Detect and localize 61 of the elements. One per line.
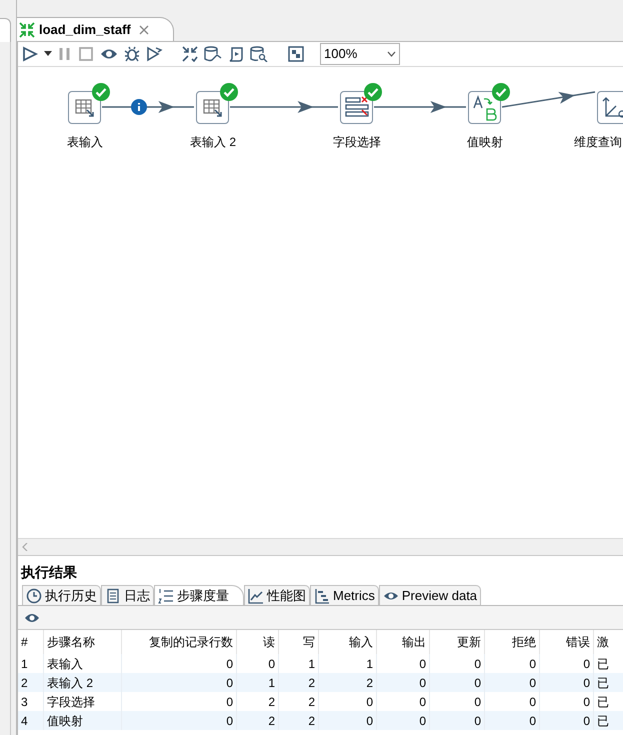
- editor-tab[interactable]: load_dim_staff: [17, 17, 174, 41]
- verify-icon[interactable]: [182, 46, 198, 62]
- table-input-icon: [202, 96, 224, 118]
- a-to-b-icon: [472, 94, 498, 120]
- horizontal-scrollbar[interactable]: [18, 538, 623, 555]
- results-tab[interactable]: 性能图: [244, 585, 310, 605]
- table-cell: 0: [377, 711, 430, 730]
- step-label: 表输入: [67, 134, 103, 151]
- collapse-arrows-icon: [19, 22, 35, 38]
- chevron-down-icon: [387, 51, 396, 57]
- table-cell: 值映射: [44, 711, 122, 730]
- step-label: 维度查询: [574, 134, 622, 151]
- dropdown-caret-icon[interactable]: [44, 51, 52, 57]
- hop-arrow[interactable]: [102, 101, 194, 113]
- zoom-dropdown[interactable]: 100%: [320, 43, 400, 65]
- step-node[interactable]: [340, 91, 373, 124]
- grid-toggle-icon[interactable]: [288, 46, 304, 62]
- table-cell: 0: [319, 711, 377, 730]
- document-icon: [105, 588, 121, 604]
- table-cell: 0: [485, 711, 540, 730]
- step-node[interactable]: [468, 91, 501, 124]
- hop-arrow[interactable]: [374, 101, 466, 113]
- results-tab[interactable]: 步骤度量: [154, 585, 244, 605]
- eye-icon[interactable]: [100, 47, 118, 61]
- run-icon[interactable]: [22, 46, 38, 62]
- clock-icon: [26, 588, 42, 604]
- step-node[interactable]: [597, 91, 623, 124]
- step-label: 表输入 2: [190, 134, 236, 151]
- database-search-icon[interactable]: [250, 46, 268, 62]
- bug-icon[interactable]: [124, 46, 140, 62]
- hop-arrow[interactable]: [230, 101, 338, 113]
- step-label: 字段选择: [333, 134, 381, 151]
- axis-chart-icon: [602, 96, 623, 120]
- replay-icon[interactable]: [146, 46, 164, 62]
- table-cell: 2: [237, 711, 279, 730]
- results-tab[interactable]: 执行历史: [22, 585, 101, 605]
- table-cell: 0: [430, 711, 485, 730]
- hop-arrow[interactable]: [502, 91, 596, 108]
- numbered-list-icon: [158, 588, 174, 604]
- results-tab[interactable]: Preview data: [378, 585, 482, 605]
- side-panel: [0, 18, 11, 42]
- step-node[interactable]: [68, 91, 101, 124]
- panel-title: 执行结果: [20, 563, 78, 582]
- table-cell: 2: [279, 711, 319, 730]
- table-cell: 4: [18, 711, 44, 730]
- step-node[interactable]: [196, 91, 229, 124]
- table-cell: 已: [594, 711, 623, 730]
- tab-title: load_dim_staff: [39, 20, 131, 39]
- gantt-icon: [314, 588, 330, 604]
- info-icon[interactable]: [131, 99, 147, 115]
- table-cell: 0: [540, 711, 594, 730]
- step-label: 值映射: [467, 134, 503, 151]
- results-tab[interactable]: 日志: [101, 585, 154, 605]
- table-input-icon: [74, 96, 96, 118]
- table-cell: 0: [122, 711, 237, 730]
- results-tab[interactable]: Metrics: [310, 585, 379, 605]
- script-icon[interactable]: [228, 46, 244, 62]
- field-list-icon: [344, 96, 370, 120]
- close-icon[interactable]: [138, 24, 149, 34]
- eye-icon[interactable]: [24, 612, 40, 624]
- line-chart-icon: [248, 588, 264, 604]
